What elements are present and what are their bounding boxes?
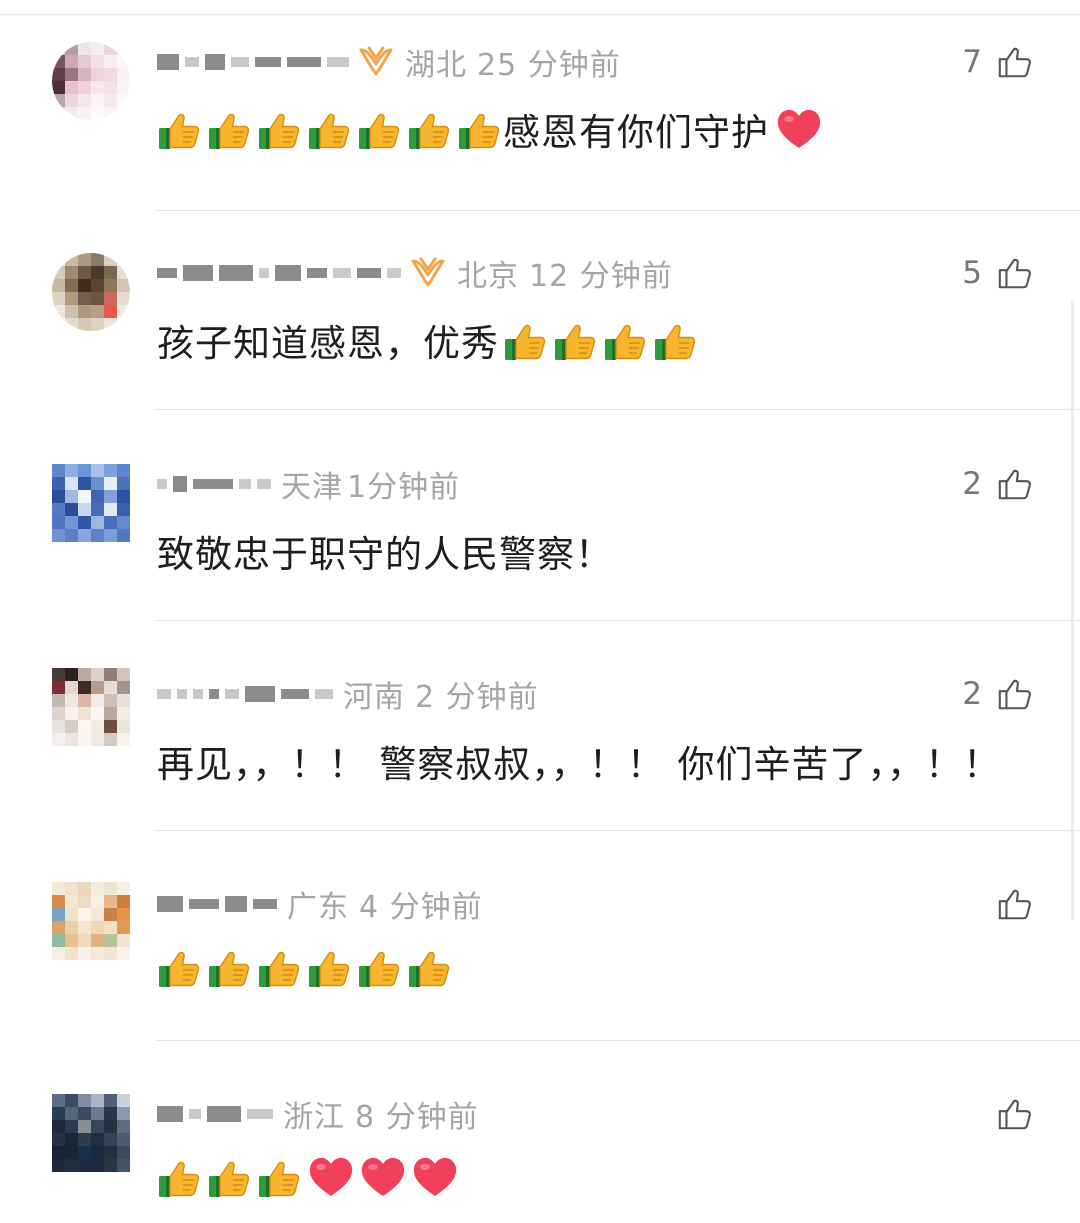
time-label: 25 分钟前 xyxy=(477,48,621,83)
like-button[interactable]: 5 xyxy=(962,251,1034,295)
region-label: 湖北 xyxy=(405,48,467,83)
vip-badge-icon xyxy=(409,255,447,291)
emoji-group xyxy=(157,1154,459,1200)
thumbs-up-outline-icon xyxy=(996,675,1034,713)
comment-item: 北京 12 分钟前 5 孩子知道感恩，优秀 xyxy=(0,199,1080,410)
thumbs-up-emoji xyxy=(157,1154,203,1200)
username-redacted[interactable] xyxy=(157,47,349,77)
thumbs-up-emoji xyxy=(503,317,549,363)
comment-body: 再见，，！！ 警察叔叔，，！！ 你们辛苦了，，！！ xyxy=(157,743,1002,786)
comment-text xyxy=(157,1154,459,1200)
comment-header: 湖北 25 分钟前 xyxy=(157,42,621,83)
red-heart-emoji xyxy=(411,1154,459,1200)
thumbs-up-outline-icon xyxy=(996,885,1034,923)
username-redacted[interactable] xyxy=(157,889,277,919)
comment-item: 浙江 8 分钟前 xyxy=(0,1040,1080,1223)
thumbs-up-outline-icon xyxy=(996,1095,1034,1133)
emoji-group xyxy=(157,106,503,152)
like-count: 7 xyxy=(962,44,982,80)
thumbs-up-emoji xyxy=(257,944,303,990)
thumbs-up-emoji xyxy=(407,106,453,152)
red-heart-emoji xyxy=(775,106,823,152)
comment-item: 湖北 25 分钟前 7 感恩有你们守护 xyxy=(0,0,1080,211)
comment-body: 致敬忠于职守的人民警察！ xyxy=(157,533,613,576)
emoji-group xyxy=(503,317,699,363)
thumbs-up-emoji xyxy=(257,1154,303,1200)
comment-body: 感恩有你们守护 xyxy=(503,111,769,154)
avatar[interactable] xyxy=(52,882,130,960)
time-label: 8 分钟前 xyxy=(355,1100,479,1135)
emoji-group xyxy=(157,944,453,990)
thumbs-up-emoji xyxy=(407,944,453,990)
comment-header: 北京 12 分钟前 xyxy=(157,253,673,294)
thumbs-up-emoji xyxy=(553,317,599,363)
like-button[interactable]: 2 xyxy=(962,462,1034,506)
like-count: 2 xyxy=(962,676,982,712)
time-label: 12 分钟前 xyxy=(529,259,673,294)
thumbs-up-emoji xyxy=(157,106,203,152)
avatar[interactable] xyxy=(52,668,130,746)
comment-body: 孩子知道感恩，优秀 xyxy=(157,322,499,365)
region-label: 浙江 xyxy=(283,1100,345,1135)
comment-text: 再见，，！！ 警察叔叔，，！！ 你们辛苦了，，！！ xyxy=(157,734,1001,788)
red-heart-emoji xyxy=(359,1154,407,1200)
like-button[interactable]: 2 xyxy=(962,672,1034,716)
username-redacted[interactable] xyxy=(157,258,401,288)
like-button[interactable]: 7 xyxy=(962,40,1034,84)
thumbs-up-emoji xyxy=(603,317,649,363)
avatar[interactable] xyxy=(52,42,130,120)
region-label: 广东 xyxy=(287,890,349,925)
thumbs-up-emoji xyxy=(307,106,353,152)
avatar[interactable] xyxy=(52,464,130,542)
region-label: 北京 xyxy=(457,259,519,294)
thumbs-up-emoji xyxy=(207,1154,253,1200)
thumbs-up-emoji xyxy=(257,106,303,152)
comment-item: 广东 4 分钟前 xyxy=(0,830,1080,1041)
comment-text: 感恩有你们守护 xyxy=(157,102,823,156)
avatar[interactable] xyxy=(52,1094,130,1172)
thumbs-up-emoji xyxy=(207,106,253,152)
red-heart-emoji xyxy=(307,1154,355,1200)
comment-text: 致敬忠于职守的人民警察！ xyxy=(157,524,613,578)
username-redacted[interactable] xyxy=(157,469,271,499)
time-label: 1分钟前 xyxy=(347,470,461,505)
comment-text xyxy=(157,944,453,990)
like-button[interactable] xyxy=(996,1092,1034,1136)
comment-header: 浙江 8 分钟前 xyxy=(157,1094,479,1135)
thumbs-up-emoji xyxy=(357,944,403,990)
thumbs-up-outline-icon xyxy=(996,465,1034,503)
thumbs-up-emoji xyxy=(157,944,203,990)
thumbs-up-emoji xyxy=(307,944,353,990)
comment-item: 天津 1分钟前 2 致敬忠于职守的人民警察！ xyxy=(0,410,1080,621)
thumbs-up-outline-icon xyxy=(996,43,1034,81)
thumbs-up-emoji xyxy=(207,944,253,990)
vip-badge-icon xyxy=(357,44,395,80)
comment-header: 广东 4 分钟前 xyxy=(157,884,483,925)
username-redacted[interactable] xyxy=(157,1099,273,1129)
like-count: 5 xyxy=(962,255,982,291)
comment-header: 河南 2 分钟前 xyxy=(157,674,539,715)
avatar[interactable] xyxy=(52,253,130,331)
region-label: 天津 xyxy=(281,470,343,505)
time-label: 2 分钟前 xyxy=(415,680,539,715)
like-count: 2 xyxy=(962,466,982,502)
time-label: 4 分钟前 xyxy=(359,890,483,925)
comment-header: 天津 1分钟前 xyxy=(157,464,461,505)
username-redacted[interactable] xyxy=(157,679,333,709)
thumbs-up-emoji xyxy=(357,106,403,152)
like-button[interactable] xyxy=(996,882,1034,926)
thumbs-up-emoji xyxy=(457,106,503,152)
thumbs-up-emoji xyxy=(653,317,699,363)
comment-item: 河南 2 分钟前 2 再见，，！！ 警察叔叔，，！！ 你们辛苦了，，！！ xyxy=(0,620,1080,831)
comment-text: 孩子知道感恩，优秀 xyxy=(157,313,699,367)
thumbs-up-outline-icon xyxy=(996,254,1034,292)
region-label: 河南 xyxy=(343,680,405,715)
